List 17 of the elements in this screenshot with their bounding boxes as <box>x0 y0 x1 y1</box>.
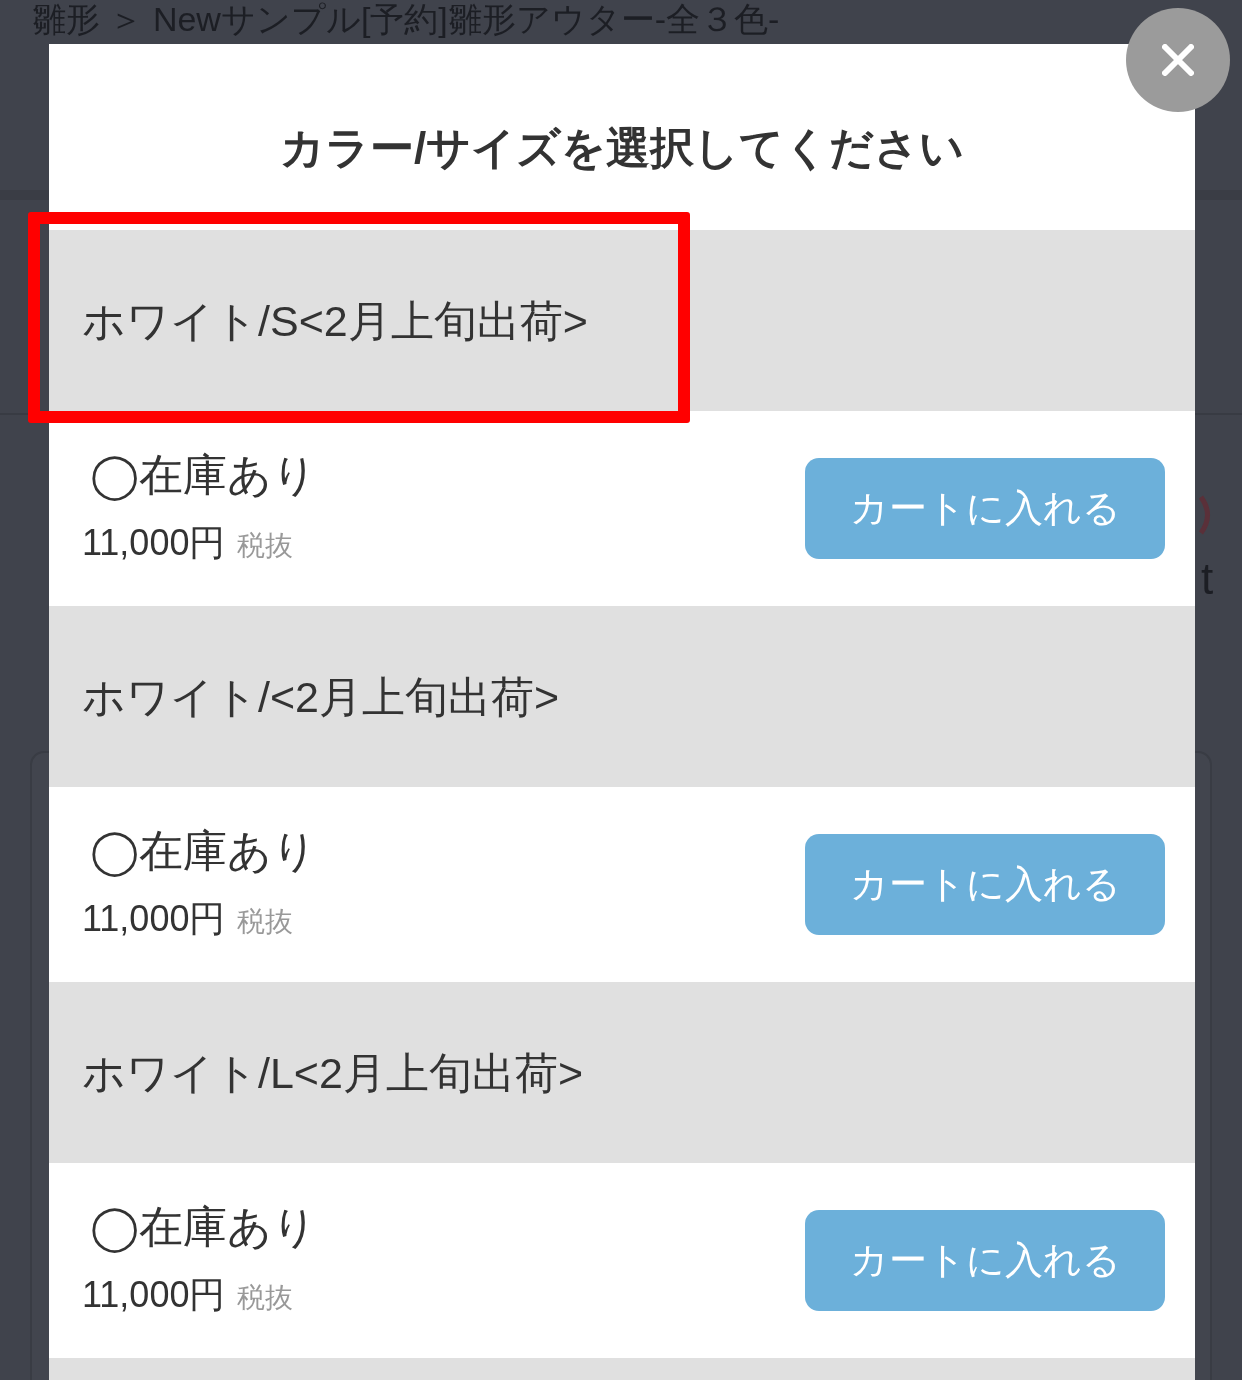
variant-label: ホワイト/S<2月上旬出荷> <box>82 295 588 347</box>
stock-status: ◯在庫あり <box>90 1201 317 1253</box>
price-text: 11,000円 <box>82 897 226 941</box>
close-icon <box>1162 44 1194 76</box>
variant-label: ホワイト/<2月上旬出荷> <box>82 671 560 723</box>
stock-status: ◯在庫あり <box>90 449 317 501</box>
modal-title: カラー/サイズを選択してください <box>278 122 966 174</box>
price-text: 11,000円 <box>82 1273 226 1317</box>
add-to-cart-button[interactable]: カートに入れる <box>805 1210 1165 1311</box>
add-to-cart-button[interactable]: カートに入れる <box>805 458 1165 559</box>
tax-note: 税抜 <box>237 529 294 563</box>
variant-label: ホワイト/L<2月上旬出荷> <box>82 1047 583 1099</box>
add-to-cart-button[interactable]: カートに入れる <box>805 834 1165 935</box>
stock-status: ◯在庫あり <box>90 825 317 877</box>
tax-note: 税抜 <box>237 1281 294 1315</box>
price-text: 11,000円 <box>82 521 226 565</box>
tax-note: 税抜 <box>237 905 294 939</box>
